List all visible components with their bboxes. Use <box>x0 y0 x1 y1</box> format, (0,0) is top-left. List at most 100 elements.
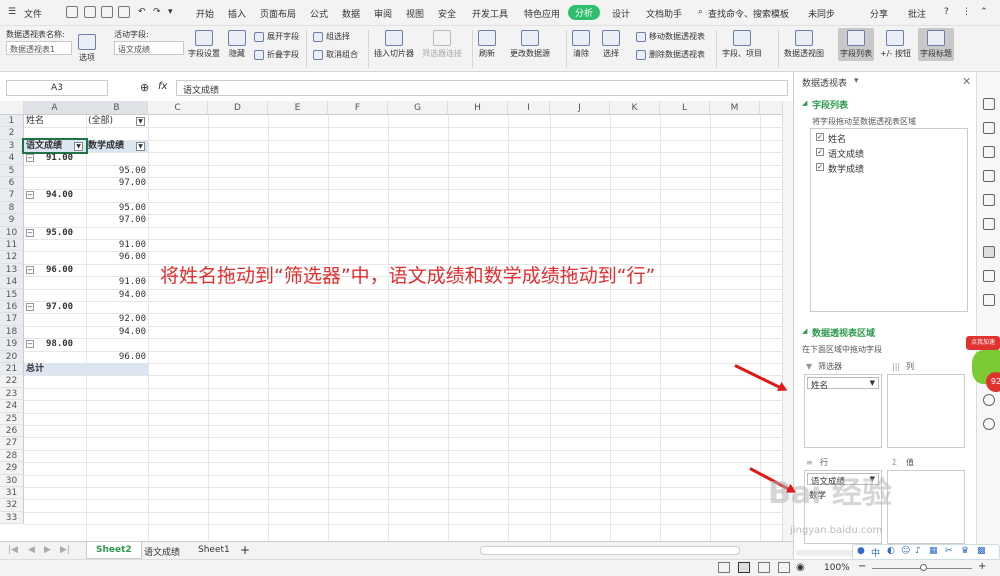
column-header[interactable]: E <box>268 101 328 115</box>
row-header[interactable]: 6 <box>0 177 24 190</box>
ime-menu-icon[interactable]: ▩ <box>977 546 986 556</box>
row-header[interactable]: 17 <box>0 313 24 326</box>
output-icon[interactable] <box>84 6 96 18</box>
spreadsheet-grid[interactable]: ABCDEFGHIJKLMN12345678910111213141516171… <box>0 101 782 541</box>
row-header[interactable]: 15 <box>0 288 24 301</box>
collapse-ribbon-icon[interactable]: ⌃ <box>980 7 988 17</box>
eye-icon[interactable]: ◉ <box>796 562 805 573</box>
delete-pt-button[interactable]: 删除数据透视表 <box>636 49 705 60</box>
plus-minus-buttons-toggle[interactable]: +/- 按钮 <box>880 30 911 59</box>
ime-voice-icon[interactable]: ♪ <box>915 546 921 556</box>
row-header[interactable]: 2 <box>0 127 24 140</box>
row-header[interactable]: 19 <box>0 338 24 351</box>
row-item-value[interactable]: 95.00 <box>88 202 146 214</box>
page-layout-view-icon[interactable] <box>738 562 750 573</box>
ime-toolbar[interactable]: ● 中 ◐ ☺ ♪ ▦ ✂ ♛ ▩ <box>852 544 1000 560</box>
refresh-button[interactable]: 刷新 <box>478 30 496 59</box>
ime-keyboard-icon[interactable]: ▦ <box>929 546 938 556</box>
speed-up-badge[interactable]: 点我加速 <box>966 336 1000 350</box>
move-pt-button[interactable]: 移动数据透视表 <box>636 31 705 42</box>
sync-status[interactable]: 未同步 <box>808 7 835 20</box>
ime-logo-icon[interactable]: ● <box>857 546 865 556</box>
comment-button[interactable]: 批注 <box>908 7 926 20</box>
zoom-out-icon[interactable]: − <box>858 561 866 572</box>
value-drop-zone[interactable] <box>887 470 965 544</box>
row-header[interactable]: 8 <box>0 201 24 215</box>
name-box[interactable]: A3 <box>6 80 108 96</box>
style-icon[interactable] <box>983 146 995 158</box>
field-list-toggle[interactable]: 字段列表 <box>838 28 874 61</box>
sheet-tab-active[interactable]: Sheet2 <box>86 542 142 559</box>
share-button[interactable]: 分享 <box>870 7 888 20</box>
field-name[interactable]: 语文成绩 <box>828 147 864 160</box>
select-cursor-icon[interactable] <box>983 122 995 134</box>
file-menu[interactable]: 文件 <box>24 7 42 20</box>
column-header[interactable]: G <box>388 101 448 115</box>
filter-drop-zone[interactable]: 姓名 ▼ <box>804 374 882 448</box>
sliders-icon[interactable] <box>983 194 995 206</box>
search-commands[interactable]: 查找命令、搜索模板 <box>708 7 789 20</box>
row-header[interactable]: 28 <box>0 449 24 463</box>
row-group-label[interactable]: 95.00 <box>26 227 84 239</box>
normal-view-icon[interactable] <box>718 562 730 573</box>
ime-skin-icon[interactable]: ♛ <box>961 546 969 556</box>
sheet-nav-first-icon[interactable]: |◀ <box>8 545 18 555</box>
row-group-label[interactable]: 97.00 <box>26 301 84 313</box>
row-header[interactable]: 10 <box>0 226 24 239</box>
tab-insert[interactable]: 插入 <box>228 7 246 20</box>
more-icon[interactable]: ▾ <box>168 7 173 17</box>
row-header[interactable]: 20 <box>0 350 24 363</box>
select-all-corner[interactable] <box>0 101 24 115</box>
row-item-value[interactable]: 96.00 <box>88 351 146 363</box>
column-header[interactable]: I <box>508 101 550 115</box>
help-icon[interactable]: ? <box>944 7 949 17</box>
field-headers-toggle[interactable]: 字段标题 <box>918 28 954 61</box>
tab-home[interactable]: 开始 <box>196 7 214 20</box>
column-header[interactable]: L <box>660 101 710 115</box>
row-header[interactable]: 22 <box>0 375 24 388</box>
row-item-value[interactable]: 92.00 <box>88 313 146 325</box>
row-header[interactable]: 32 <box>0 499 24 512</box>
field-name[interactable]: 数学成绩 <box>828 162 864 175</box>
row-header[interactable]: 26 <box>0 425 24 438</box>
print-icon[interactable] <box>101 6 113 18</box>
row-header[interactable]: 11 <box>0 239 24 252</box>
filter-dropdown-icon[interactable]: ▼ <box>136 117 145 126</box>
row-item-value[interactable]: 95.00 <box>88 165 146 177</box>
row-header[interactable]: 16 <box>0 301 24 314</box>
options-button[interactable]: 选项 <box>78 34 96 63</box>
ime-emoji-icon[interactable]: ☺ <box>901 546 910 556</box>
sheet-nav-last-icon[interactable]: ▶| <box>60 545 70 555</box>
table-icon[interactable] <box>983 170 995 182</box>
pivot-chart-button[interactable]: 数据透视图 <box>784 30 824 59</box>
collapse-field-button[interactable]: 折叠字段 <box>254 49 299 60</box>
formula-input[interactable]: 语文成绩 <box>176 80 788 96</box>
undo-icon[interactable]: ↶ <box>138 7 146 17</box>
ime-tools-icon[interactable]: ✂ <box>945 546 953 556</box>
row-header[interactable]: 30 <box>0 474 24 487</box>
menu-icon[interactable]: ☰ <box>8 7 16 17</box>
hide-button[interactable]: 隐藏 <box>228 30 246 59</box>
row-item-value[interactable]: 97.00 <box>88 214 146 226</box>
collapse-areas-icon[interactable]: ◢ <box>802 327 807 335</box>
row-header[interactable]: 9 <box>0 214 24 227</box>
sheet-tab[interactable]: 语文成绩 <box>144 545 180 558</box>
field-dropdown-icon[interactable]: ▼ <box>74 141 83 151</box>
row-header[interactable]: 21 <box>0 363 24 376</box>
row-group-label[interactable]: 96.00 <box>26 264 84 276</box>
history-icon[interactable] <box>983 394 995 406</box>
tab-doc-assistant[interactable]: 文档助手 <box>646 7 682 20</box>
collapse-section-icon[interactable]: ◢ <box>802 99 807 107</box>
row-item-value[interactable]: 96.00 <box>88 251 146 263</box>
backup-icon[interactable] <box>983 270 995 282</box>
tab-view[interactable]: 视图 <box>406 7 424 20</box>
column-drop-zone[interactable] <box>887 374 965 448</box>
sheet-nav-next-icon[interactable]: ▶ <box>44 545 51 555</box>
zoom-fx-icon[interactable]: ⊕ <box>140 81 149 94</box>
clear-button[interactable]: 清除 <box>572 30 590 59</box>
preview-icon[interactable] <box>118 6 130 18</box>
row-header[interactable]: 25 <box>0 412 24 425</box>
save-icon[interactable] <box>66 6 78 18</box>
field-dropdown-icon[interactable]: ▼ <box>136 141 145 151</box>
row-group-label[interactable]: 91.00 <box>26 152 84 164</box>
